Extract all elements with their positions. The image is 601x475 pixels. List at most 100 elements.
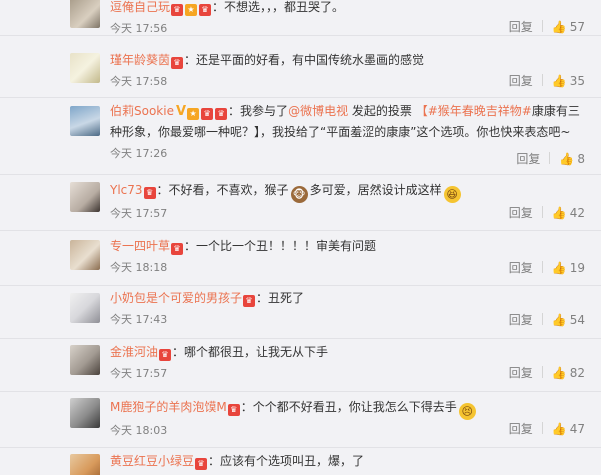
username[interactable]: 伯莉Sookie	[110, 104, 174, 118]
reply-button[interactable]: 回复	[509, 20, 533, 34]
comment-item: Ylc73 ♛ ：不好看，不喜欢，猴子 🐵 多可爱，居然设计成这样 😆 今天 17:57 …	[0, 175, 601, 231]
like-count: 47	[569, 422, 585, 436]
username[interactable]: M鹿狍子的羊肉泡馍M	[110, 400, 227, 414]
username[interactable]: 专一四叶草	[110, 239, 170, 253]
comment-text: 我参与了	[240, 104, 289, 118]
comment-line: 黄豆红豆小绿豆 ♛ ：应该有个选项叫丑，爆，了	[110, 451, 581, 472]
like-button[interactable]: 👍 35	[552, 74, 585, 88]
comment-line: 瑾年龄葵茵 ♛ ：还是平面的好看，有中国传统水墨画的感觉	[110, 50, 581, 71]
comment-item: 小奶包是个可爱的男孩子 ♛ ：丑死了 今天 17:43 回复 👍 54	[0, 286, 601, 339]
divider	[541, 261, 543, 273]
comment-actions: 回复 👍 54	[509, 311, 585, 328]
separator: ：	[184, 239, 197, 253]
reply-button[interactable]: 回复	[509, 313, 533, 327]
comment-text: 个个都不好看丑，你让我怎么下得去手	[252, 400, 457, 414]
comment-line: 专一四叶草 ♛ ：一个比一个丑！！！！审美有问题	[110, 236, 581, 257]
comment-text: 不想选，，，都丑哭了。	[224, 0, 345, 14]
badge-icon: ♛	[171, 4, 184, 16]
comment-actions: 回复 👍 8	[516, 150, 585, 167]
like-count: 35	[569, 74, 585, 88]
thumbs-up-icon: 👍	[551, 20, 567, 34]
comment-item: 瑾年龄葵茵 ♛ ：还是平面的好看，有中国传统水墨画的感觉 今天 17:58 回复 👍 3…	[0, 36, 601, 98]
separator: ：	[228, 104, 241, 118]
avatar[interactable]	[70, 293, 100, 323]
avatar[interactable]	[70, 53, 100, 83]
comment-line: 金淮河油 ♛ ：哪个都很丑，让我无从下手	[110, 342, 581, 363]
divider	[541, 366, 543, 378]
comment-line: 逗俺自己玩 ♛ ★ ♛ ：不想选，，，都丑哭了。	[110, 0, 581, 18]
like-count: 54	[569, 313, 585, 327]
comment-actions: 回复 👍 19	[509, 259, 585, 276]
username[interactable]: Ylc73	[110, 183, 143, 197]
reply-button[interactable]: 回复	[509, 206, 533, 220]
comment-text: 还是平面的好看，有中国传统水墨画的感觉	[196, 53, 425, 67]
thumbs-up-icon: 👍	[551, 261, 567, 275]
comment-item: 逗俺自己玩 ♛ ★ ♛ ：不想选，，，都丑哭了。 今天 17:56 回复 👍 57	[0, 0, 601, 36]
divider	[541, 206, 543, 218]
badge-icon: ♛	[171, 57, 184, 69]
username[interactable]: 黄豆红豆小绿豆	[110, 454, 194, 468]
comment-text: 发起的投票	[348, 104, 416, 118]
username[interactable]: 小奶包是个可爱的男孩子	[110, 291, 242, 305]
badge-icon: ★	[187, 108, 200, 120]
comment-text: 丑死了	[268, 291, 305, 305]
like-count: 57	[569, 20, 585, 34]
divider	[541, 422, 543, 434]
timestamp: 今天 17:26	[110, 147, 168, 160]
like-button[interactable]: 👍 8	[559, 152, 585, 166]
avatar[interactable]	[70, 398, 100, 428]
mention-link[interactable]: @微博电视	[288, 104, 348, 118]
avatar[interactable]	[70, 182, 100, 212]
separator: ：	[156, 183, 169, 197]
comment-text: 一个比一个丑！！！！审美有问题	[196, 239, 377, 253]
reply-button[interactable]: 回复	[509, 422, 533, 436]
thumbs-up-icon: 👍	[551, 206, 567, 220]
like-button[interactable]: 👍 19	[552, 261, 585, 275]
reply-button[interactable]: 回复	[516, 152, 540, 166]
avatar[interactable]	[70, 454, 100, 475]
comment-text: 不好看，不喜欢，猴子	[168, 183, 289, 197]
username[interactable]: 逗俺自己玩	[110, 0, 170, 14]
comment-item: M鹿狍子的羊肉泡馍M ♛ ：个个都不好看丑，你让我怎么下得去手 😣 今天 18:03 …	[0, 392, 601, 448]
like-button[interactable]: 👍 54	[552, 313, 585, 327]
avatar[interactable]	[70, 345, 100, 375]
comment-item: 伯莉Sookie V ★ ♛ ♛ ：我参与了@微博电视 发起的投票 【#猴年春晚吉祥物#康…	[0, 98, 601, 175]
like-button[interactable]: 👍 42	[552, 206, 585, 220]
like-button[interactable]: 👍 57	[552, 20, 585, 34]
separator: ：	[256, 291, 269, 305]
like-button[interactable]: 👍 47	[552, 422, 585, 436]
badge-icon: ♛	[243, 295, 256, 307]
badge-icon: ♛	[171, 243, 184, 255]
badge-icon: ♛	[195, 458, 208, 470]
separator: ：	[212, 0, 225, 14]
comment-line: 小奶包是个可爱的男孩子 ♛ ：丑死了	[110, 288, 581, 309]
comment-actions: 回复 👍 57	[509, 18, 585, 35]
like-count: 19	[569, 261, 585, 275]
divider	[541, 20, 543, 32]
avatar[interactable]	[70, 106, 100, 136]
avatar[interactable]	[70, 0, 100, 28]
verified-icon: V	[175, 104, 187, 119]
divider	[549, 152, 551, 164]
comment-line: M鹿狍子的羊肉泡馍M ♛ ：个个都不好看丑，你让我怎么下得去手 😣	[110, 397, 581, 420]
username[interactable]: 金淮河油	[110, 345, 158, 359]
thumbs-up-icon: 👍	[551, 74, 567, 88]
like-count: 82	[569, 366, 585, 380]
comment-text: 多可爱，居然设计成这样	[309, 183, 442, 197]
badge-icon: ♛	[215, 108, 228, 120]
comment-item: 专一四叶草 ♛ ：一个比一个丑！！！！审美有问题 今天 18:18 回复 👍 19	[0, 231, 601, 286]
thumbs-up-icon: 👍	[551, 313, 567, 327]
like-count: 8	[577, 152, 585, 166]
topic-link[interactable]: 【#猴年春晚吉祥物#	[416, 104, 532, 118]
reply-button[interactable]: 回复	[509, 366, 533, 380]
reply-button[interactable]: 回复	[509, 261, 533, 275]
avatar[interactable]	[70, 240, 100, 270]
username[interactable]: 瑾年龄葵茵	[110, 53, 170, 67]
like-button[interactable]: 👍 82	[552, 366, 585, 380]
like-count: 42	[569, 206, 585, 220]
badge-icon: ★	[185, 4, 198, 16]
reply-button[interactable]: 回复	[509, 74, 533, 88]
separator: ：	[240, 400, 253, 414]
thumbs-up-icon: 👍	[559, 152, 575, 166]
tired-emoji-icon: 😣	[458, 403, 476, 420]
